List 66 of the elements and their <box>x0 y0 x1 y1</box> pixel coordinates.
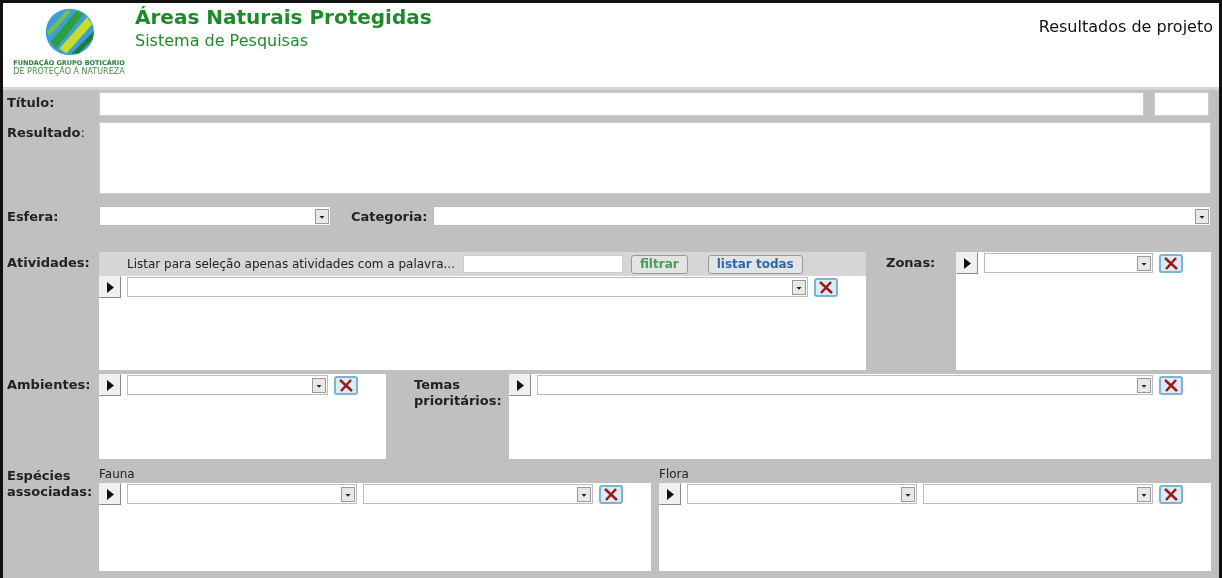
list-all-button[interactable]: listar todas <box>707 254 803 274</box>
caret-icon <box>315 208 329 224</box>
field-label: Ambientes: <box>6 376 92 394</box>
triangle-icon <box>516 379 524 391</box>
expand-button[interactable] <box>659 483 681 505</box>
dropdown-field[interactable] <box>923 484 1153 504</box>
cross-icon <box>1163 256 1179 270</box>
cross-icon <box>603 487 619 501</box>
field-label: Espécies associadas: <box>6 467 94 501</box>
field-label: Esfera: <box>6 208 60 226</box>
app-subtitle: Sistema de Pesquisas <box>135 31 310 50</box>
dropdown-field[interactable] <box>127 277 808 297</box>
caret-icon <box>901 486 915 502</box>
field-label: Categoria: <box>350 208 429 226</box>
result-field[interactable] <box>99 122 1211 194</box>
expand-button[interactable] <box>99 276 121 298</box>
field-label: Temas prioritários: <box>413 376 503 410</box>
triangle-icon <box>106 379 114 391</box>
dropdown-field[interactable] <box>99 206 331 226</box>
dropdown-field[interactable] <box>363 484 593 504</box>
dropdown-field[interactable] <box>687 484 917 504</box>
title-field[interactable] <box>99 92 1144 116</box>
code-field[interactable] <box>1154 92 1209 116</box>
expand-button[interactable] <box>956 252 978 274</box>
clear-button[interactable] <box>1159 253 1183 273</box>
caret-icon <box>1137 377 1151 393</box>
cross-icon <box>338 378 354 392</box>
dropdown-field[interactable] <box>127 375 328 395</box>
logo-tagline: DE PROTEÇÃO À NATUREZA <box>13 67 125 76</box>
filter-button[interactable]: filtrar <box>630 254 688 274</box>
caret-icon <box>1137 255 1151 271</box>
field-label: Zonas: <box>885 254 937 272</box>
clear-button[interactable] <box>599 484 623 504</box>
dropdown-field[interactable] <box>127 484 357 504</box>
triangle-icon <box>106 281 114 293</box>
expand-button[interactable] <box>99 483 121 505</box>
caret-icon <box>792 279 806 295</box>
cross-icon <box>1163 378 1179 392</box>
caret-icon <box>1137 486 1151 502</box>
caret-icon <box>341 486 355 502</box>
cross-icon <box>1163 487 1179 501</box>
app-title: Áreas Naturais Protegidas <box>135 5 433 29</box>
cross-icon <box>818 280 834 294</box>
clear-button[interactable] <box>334 375 358 395</box>
clear-button[interactable] <box>1159 484 1183 504</box>
group-label: Flora <box>659 466 690 483</box>
page-title: Resultados de projeto <box>1038 16 1213 36</box>
caret-icon <box>312 377 326 393</box>
dropdown-field[interactable] <box>537 375 1153 395</box>
triangle-icon <box>106 488 114 500</box>
field-label: Resultado: <box>6 124 86 142</box>
expand-button[interactable] <box>509 374 531 396</box>
group-label: Fauna <box>99 466 136 483</box>
keyword-field[interactable] <box>462 255 623 273</box>
caret-icon <box>1195 208 1209 224</box>
dropdown-field[interactable] <box>984 253 1153 273</box>
triangle-icon <box>963 257 971 269</box>
caret-icon <box>577 486 591 502</box>
field-label: Título: <box>6 94 56 112</box>
clear-button[interactable] <box>814 277 838 297</box>
clear-button[interactable] <box>1159 375 1183 395</box>
field-label: Atividades: <box>6 254 91 272</box>
dropdown-field[interactable] <box>433 206 1211 226</box>
expand-button[interactable] <box>99 374 121 396</box>
filter-prompt: Listar para seleção apenas atividades com a palavra... <box>127 257 455 271</box>
triangle-icon <box>666 488 674 500</box>
